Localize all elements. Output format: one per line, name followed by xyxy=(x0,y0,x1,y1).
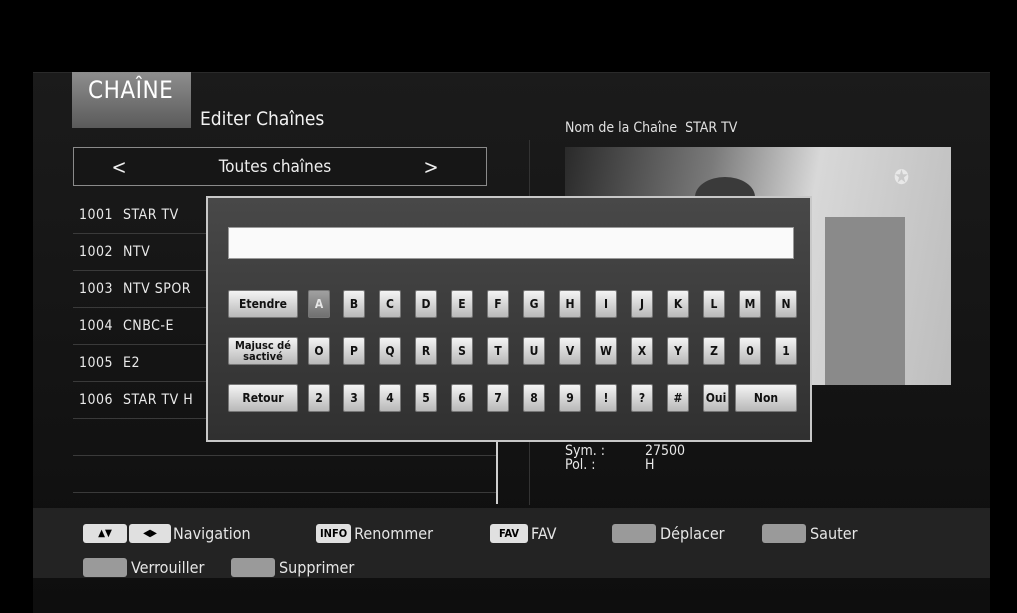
non-key[interactable]: Non xyxy=(735,384,797,412)
key-k[interactable]: K xyxy=(667,290,689,318)
key-s[interactable]: S xyxy=(451,337,473,365)
color-key-icon xyxy=(612,524,656,543)
extend-key[interactable]: Etendre xyxy=(228,290,298,318)
channel-number: 1001 xyxy=(79,207,114,223)
virtual-keyboard: Etendre A B C D E F G H I J K L M N Maju… xyxy=(206,196,812,442)
key-hash[interactable]: # xyxy=(667,384,689,412)
pol-value: H xyxy=(645,457,655,473)
list-selector[interactable]: < Toutes chaînes > xyxy=(73,147,487,186)
key-5[interactable]: 5 xyxy=(415,384,437,412)
channel-name: STAR TV H xyxy=(123,392,194,408)
arrow-keys-icon: ▲▼ ◀▶ xyxy=(83,524,171,543)
key-3[interactable]: 3 xyxy=(343,384,365,412)
sym-value: 27500 xyxy=(645,443,686,459)
key-c[interactable]: C xyxy=(379,290,401,318)
channel-name: NTV SPOR xyxy=(123,281,191,297)
channel-number: 1005 xyxy=(79,355,114,371)
channel-number: 1006 xyxy=(79,392,114,408)
color-key-icon xyxy=(83,558,127,577)
legend-skip: Sauter xyxy=(762,524,858,543)
legend-lock-label: Verrouiller xyxy=(131,558,205,577)
legend-navigation: ▲▼ ◀▶ Navigation xyxy=(83,524,251,543)
key-q[interactable]: Q xyxy=(379,337,401,365)
key-b[interactable]: B xyxy=(343,290,365,318)
key-y[interactable]: Y xyxy=(667,337,689,365)
key-0[interactable]: 0 xyxy=(739,337,761,365)
legend-move: Déplacer xyxy=(612,524,725,543)
legend-move-label: Déplacer xyxy=(660,524,725,543)
left-right-arrows-icon: ◀▶ xyxy=(129,524,171,543)
chevron-right-icon[interactable]: > xyxy=(416,155,446,179)
caps-key[interactable]: Majusc dé sactivé xyxy=(228,337,298,365)
keyboard-input[interactable] xyxy=(228,227,794,259)
legend-delete-label: Supprimer xyxy=(279,558,355,577)
legend-fav-label: FAV xyxy=(531,524,557,543)
key-h[interactable]: H xyxy=(559,290,581,318)
key-l[interactable]: L xyxy=(703,290,725,318)
key-exclamation[interactable]: ! xyxy=(595,384,617,412)
list-selector-label: Toutes chaînes xyxy=(218,156,332,177)
key-e[interactable]: E xyxy=(451,290,473,318)
channel-number: 1003 xyxy=(79,281,114,297)
up-down-arrows-icon: ▲▼ xyxy=(83,524,127,543)
key-7[interactable]: 7 xyxy=(487,384,509,412)
channel-name: CNBC-E xyxy=(123,318,174,334)
pol-label: Pol. : xyxy=(565,457,596,473)
key-o[interactable]: O xyxy=(308,337,330,365)
legend-delete: Supprimer xyxy=(231,558,354,577)
channel-name-label: Nom de la Chaîne xyxy=(565,120,678,136)
key-8[interactable]: 8 xyxy=(523,384,545,412)
key-question[interactable]: ? xyxy=(631,384,653,412)
legend-lock: Verrouiller xyxy=(83,558,204,577)
channel-number: 1004 xyxy=(79,318,114,334)
key-p[interactable]: P xyxy=(343,337,365,365)
info-key-icon: INFO xyxy=(316,524,352,543)
chevron-left-icon[interactable]: < xyxy=(104,155,134,179)
key-r[interactable]: R xyxy=(415,337,437,365)
channel-name: NTV xyxy=(123,244,151,260)
sym-label: Sym. : xyxy=(565,443,605,459)
key-v[interactable]: V xyxy=(559,337,581,365)
color-key-icon xyxy=(231,558,275,577)
key-d[interactable]: D xyxy=(415,290,437,318)
empty-row xyxy=(73,456,498,493)
key-m[interactable]: M xyxy=(739,290,761,318)
key-9[interactable]: 9 xyxy=(559,384,581,412)
key-i[interactable]: I xyxy=(595,290,617,318)
key-w[interactable]: W xyxy=(595,337,617,365)
key-6[interactable]: 6 xyxy=(451,384,473,412)
legend-rename-label: Renommer xyxy=(354,524,434,543)
star-tv-logo-icon: ✪ xyxy=(893,165,909,189)
legend-rename: INFO Renommer xyxy=(316,524,433,543)
legend-skip-label: Sauter xyxy=(810,524,858,543)
key-z[interactable]: Z xyxy=(703,337,725,365)
legend-fav: FAV FAV xyxy=(490,524,556,543)
color-key-icon xyxy=(762,524,806,543)
key-j[interactable]: J xyxy=(631,290,653,318)
preview-object xyxy=(825,217,905,385)
fav-key-icon: FAV xyxy=(490,524,528,543)
channel-name: E2 xyxy=(123,355,140,371)
key-4[interactable]: 4 xyxy=(379,384,401,412)
key-g[interactable]: G xyxy=(523,290,545,318)
channel-name-line: Nom de la Chaîne STAR TV xyxy=(565,120,745,136)
back-key[interactable]: Retour xyxy=(228,384,298,412)
key-u[interactable]: U xyxy=(523,337,545,365)
page-title: Editer Chaînes xyxy=(200,108,325,130)
channel-number: 1002 xyxy=(79,244,114,260)
legend-navigation-label: Navigation xyxy=(173,524,251,543)
channel-name-value: STAR TV xyxy=(685,120,738,136)
key-1[interactable]: 1 xyxy=(775,337,797,365)
tab-chaine[interactable]: CHAÎNE xyxy=(72,72,191,128)
key-x[interactable]: X xyxy=(631,337,653,365)
oui-key[interactable]: Oui xyxy=(703,384,729,412)
channel-name: STAR TV xyxy=(123,207,179,223)
channel-info: Sym. : 27500 Pol. : H xyxy=(565,444,685,472)
key-t[interactable]: T xyxy=(487,337,509,365)
key-n[interactable]: N xyxy=(775,290,797,318)
key-a[interactable]: A xyxy=(308,290,330,318)
key-2[interactable]: 2 xyxy=(308,384,330,412)
key-f[interactable]: F xyxy=(487,290,509,318)
